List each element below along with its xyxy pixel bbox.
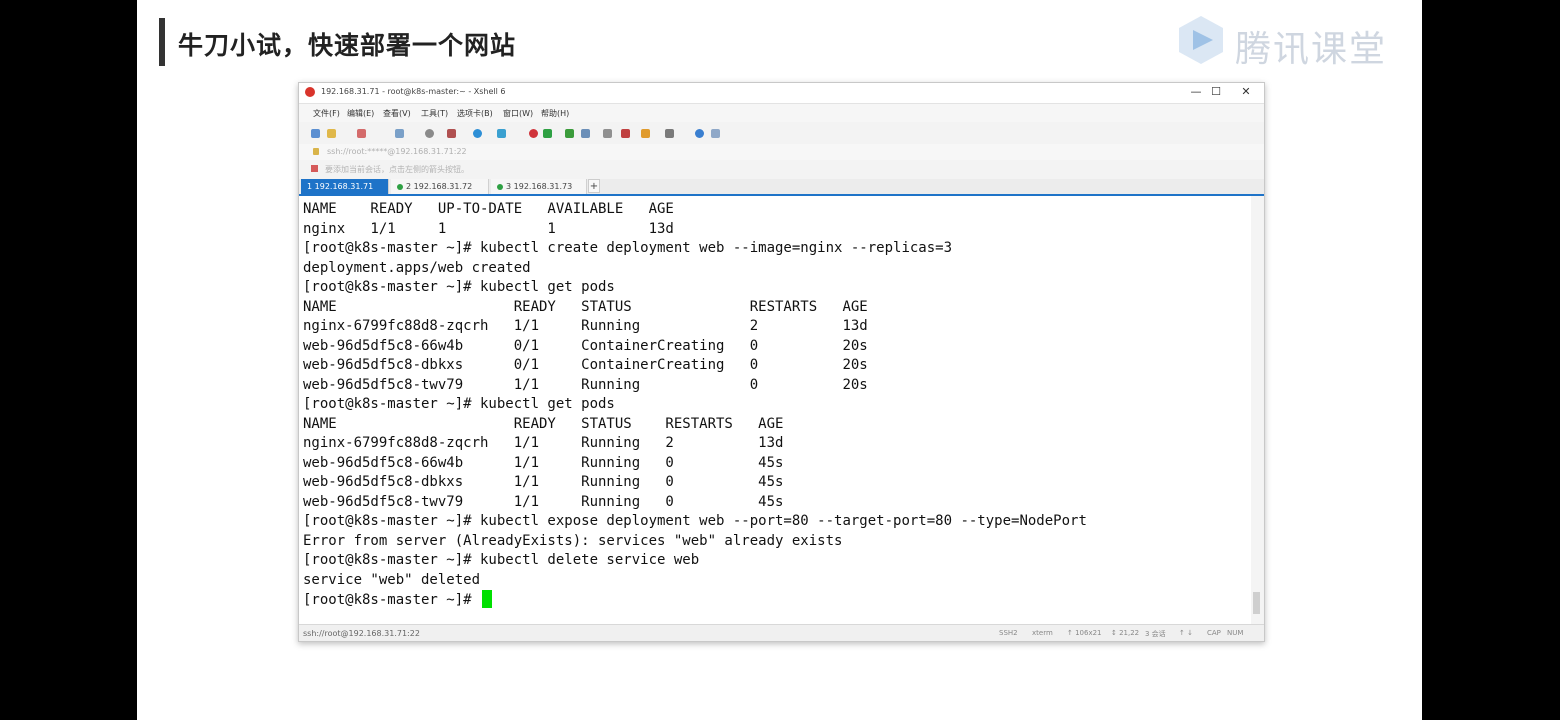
new-session-icon[interactable] [311, 129, 320, 138]
terminal-line: deployment.apps/web created [303, 259, 531, 276]
connected-dot-icon [397, 183, 403, 190]
terminal-output[interactable]: NAME READY UP-TO-DATE AVAILABLE AGE ngin… [299, 196, 1251, 624]
xftp-icon[interactable] [529, 129, 538, 138]
terminal-line: [root@k8s-master ~]# kubectl expose depl… [303, 513, 1087, 529]
address-bar[interactable]: ssh://root:*****@192.168.31.71:22 [299, 144, 1264, 161]
xshell-app-icon [305, 87, 315, 97]
session-tab-bar: 1 192.168.31.71 2 192.168.31.72 3 192.16… [299, 179, 1264, 196]
terminal-line: web-96d5df5c8-twv79 1/1 Running 0 45s [303, 493, 784, 510]
brand-logo: 腾讯课堂 [1167, 12, 1387, 70]
terminal-line: [root@k8s-master ~]# kubectl get pods [303, 396, 615, 412]
keyboard-icon[interactable] [603, 129, 612, 138]
terminal-line: Error from server (AlreadyExists): servi… [303, 532, 843, 549]
terminal-prompt: [root@k8s-master ~]# [303, 592, 481, 608]
slide-title: 牛刀小试，快速部署一个网站 [178, 31, 517, 60]
tab-session-3[interactable]: 3 192.168.31.73 [491, 179, 587, 194]
terminal-line: nginx-6799fc88d8-zqcrh 1/1 Running 2 13d [303, 318, 868, 334]
tab-session-1[interactable]: 1 192.168.31.71 [301, 179, 389, 194]
terminal-line: web-96d5df5c8-dbkxs 0/1 ContainerCreatin… [303, 357, 868, 373]
terminal-line: web-96d5df5c8-twv79 1/1 Running 0 20s [303, 376, 868, 393]
menu-edit[interactable]: 编辑(E) [347, 108, 374, 119]
maximize-button[interactable]: ☐ [1209, 85, 1223, 98]
play-logo-icon [1179, 16, 1223, 64]
xmanager-icon[interactable] [543, 129, 552, 138]
copy-icon[interactable] [395, 129, 404, 138]
status-protocol: SSH2 [999, 629, 1018, 637]
fullscreen-icon[interactable] [565, 129, 574, 138]
status-cursor-pos: ↕ 21,22 [1111, 629, 1140, 637]
terminal-line: service "web" deleted [303, 571, 481, 588]
status-transfer: ↑ ↓ [1179, 629, 1193, 637]
address-lock-icon [313, 148, 319, 155]
terminal-line: NAME READY STATUS RESTARTS AGE [303, 298, 868, 315]
status-term: xterm [1032, 629, 1053, 637]
tab-session-2[interactable]: 2 192.168.31.72 [391, 179, 489, 194]
window-title: 192.168.31.71 - root@k8s-master:~ - Xshe… [321, 87, 506, 96]
color-icon[interactable] [497, 129, 506, 138]
toolbar [299, 122, 1264, 145]
terminal-prompt-line[interactable]: [root@k8s-master ~]# [303, 590, 493, 610]
menu-window[interactable]: 窗口(W) [503, 108, 533, 119]
hint-text: 要添加当前会话，点击左侧的箭头按钮。 [325, 165, 469, 174]
minimize-button[interactable]: — [1189, 85, 1203, 98]
terminal-line: nginx-6799fc88d8-zqcrh 1/1 Running 2 13d [303, 435, 784, 451]
script-icon[interactable] [621, 129, 630, 138]
status-sessions: 3 会话 [1145, 630, 1166, 638]
open-folder-icon[interactable] [327, 129, 336, 138]
terminal-line: web-96d5df5c8-dbkxs 1/1 Running 0 45s [303, 474, 784, 490]
tab-label: 1 192.168.31.71 [307, 182, 374, 191]
menu-tabs[interactable]: 选项卡(B) [457, 108, 493, 119]
menu-help[interactable]: 帮助(H) [541, 108, 569, 119]
tab-label: 2 192.168.31.72 [406, 182, 473, 191]
close-button[interactable]: ✕ [1239, 85, 1253, 98]
help-icon[interactable] [695, 129, 704, 138]
title-accent-bar [159, 18, 165, 66]
status-num: NUM [1227, 629, 1244, 637]
status-size: ↑ 106x21 [1067, 629, 1102, 637]
menu-view[interactable]: 查看(V) [383, 108, 411, 119]
layout-icon[interactable] [665, 129, 674, 138]
terminal-line: [root@k8s-master ~]# kubectl create depl… [303, 240, 953, 256]
find-icon[interactable] [425, 129, 434, 138]
globe-icon[interactable] [473, 129, 482, 138]
menu-tools[interactable]: 工具(T) [421, 108, 448, 119]
status-bar: ssh://root@192.168.31.71:22 SSH2 xterm ↑… [299, 624, 1264, 641]
window-titlebar[interactable]: 192.168.31.71 - root@k8s-master:~ - Xshe… [299, 83, 1264, 104]
compose-icon[interactable] [641, 129, 650, 138]
hint-bar: 要添加当前会话，点击左侧的箭头按钮。 [299, 160, 1264, 177]
menu-file[interactable]: 文件(F) [313, 108, 340, 119]
xshell-window: 192.168.31.71 - root@k8s-master:~ - Xshe… [298, 82, 1265, 642]
tab-label: 3 192.168.31.73 [506, 182, 573, 191]
terminal-line: [root@k8s-master ~]# kubectl get pods [303, 279, 615, 295]
scrollbar-thumb[interactable] [1253, 592, 1260, 614]
terminal-line: web-96d5df5c8-66w4b 1/1 Running 0 45s [303, 454, 784, 471]
menu-bar: 文件(F) 编辑(E) 查看(V) 工具(T) 选项卡(B) 窗口(W) 帮助(… [299, 104, 1264, 122]
address-input[interactable]: ssh://root:*****@192.168.31.71:22 [327, 147, 467, 156]
terminal-line: nginx 1/1 1 1 13d [303, 220, 674, 237]
terminal-line: NAME READY UP-TO-DATE AVAILABLE AGE [303, 201, 674, 217]
terminal-line: [root@k8s-master ~]# kubectl delete serv… [303, 552, 700, 568]
connected-dot-icon [497, 183, 503, 190]
terminal-cursor [482, 590, 493, 608]
disconnect-icon[interactable] [357, 129, 366, 138]
status-connection: ssh://root@192.168.31.71:22 [303, 629, 420, 638]
terminal-line: NAME READY STATUS RESTARTS AGE [303, 415, 784, 432]
add-tab-button[interactable]: + [588, 179, 600, 193]
hint-arrow-icon[interactable] [311, 165, 318, 172]
status-caps: CAP [1207, 629, 1221, 637]
lock-icon[interactable] [581, 129, 590, 138]
options-icon[interactable] [711, 129, 720, 138]
properties-icon[interactable] [447, 129, 456, 138]
terminal-scrollbar[interactable] [1251, 196, 1263, 624]
terminal-line: web-96d5df5c8-66w4b 0/1 ContainerCreatin… [303, 337, 868, 354]
brand-text: 腾讯课堂 [1235, 29, 1388, 70]
